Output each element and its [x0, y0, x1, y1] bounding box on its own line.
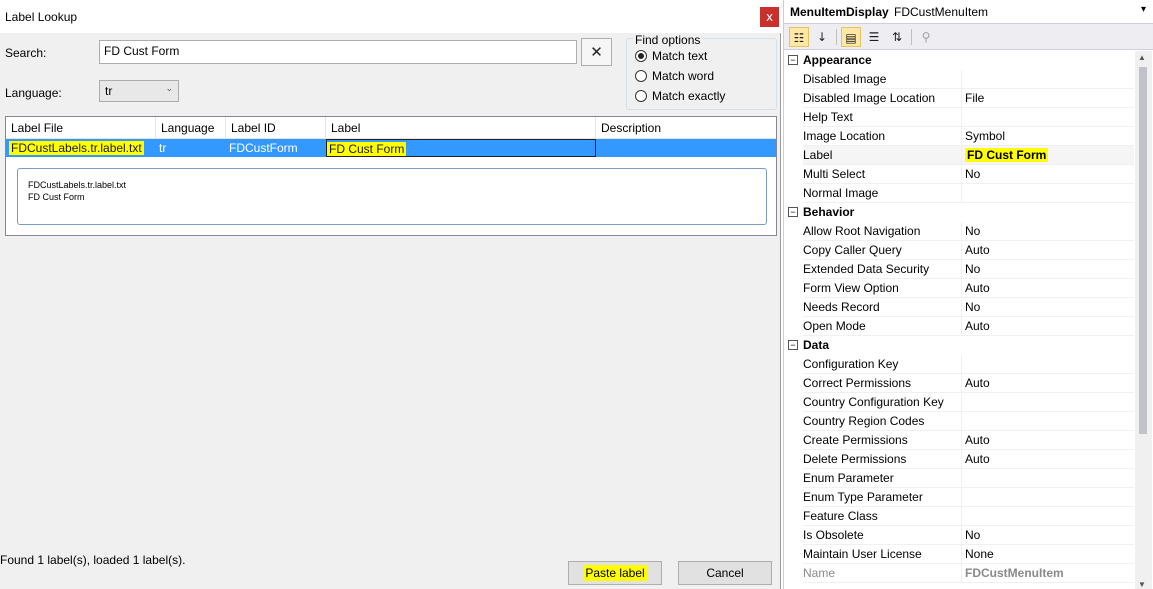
find-options-group: Find options Match text Match word Match…: [626, 33, 777, 110]
paste-label-button[interactable]: Paste label: [568, 561, 662, 585]
scrollbar-thumb[interactable]: [1139, 67, 1147, 434]
property-row[interactable]: Normal Image: [784, 184, 1134, 203]
column-header-label-id[interactable]: Label ID: [226, 117, 326, 139]
column-header-description[interactable]: Description: [596, 117, 776, 139]
property-row[interactable]: Is Obsolete No: [784, 526, 1134, 545]
radio-match-exactly[interactable]: Match exactly: [635, 88, 725, 104]
language-select[interactable]: tr ⌄: [99, 80, 179, 102]
label-detail-box: FDCustLabels.tr.label.txt FD Cust Form: [17, 168, 767, 225]
radio-match-text[interactable]: Match text: [635, 48, 707, 64]
property-row[interactable]: Copy Caller Query Auto: [784, 241, 1134, 260]
column-header-language[interactable]: Language: [156, 117, 226, 139]
property-row[interactable]: Delete Permissions Auto: [784, 450, 1134, 469]
chevron-down-icon: ⌄: [165, 83, 173, 93]
categorized-icon[interactable]: ☷: [789, 27, 809, 47]
events-icon[interactable]: ☰: [864, 27, 884, 47]
property-row[interactable]: Feature Class: [784, 507, 1134, 526]
property-row[interactable]: Disabled Image Location File: [784, 89, 1134, 108]
alphabetical-icon[interactable]: ↓: [812, 27, 832, 47]
property-row[interactable]: Needs Record No: [784, 298, 1134, 317]
radio-label: Match exactly: [652, 88, 726, 103]
cell-description: [596, 139, 776, 157]
properties-scrollbar[interactable]: ▲ ▼: [1135, 51, 1152, 589]
property-row[interactable]: Help Text: [784, 108, 1134, 127]
scroll-down-icon[interactable]: ▼: [1138, 580, 1146, 589]
cancel-button[interactable]: Cancel: [678, 561, 772, 585]
property-row[interactable]: Country Region Codes: [784, 412, 1134, 431]
collapse-icon[interactable]: −: [788, 55, 798, 65]
property-row[interactable]: Allow Root Navigation No: [784, 222, 1134, 241]
property-row[interactable]: Disabled Image: [784, 70, 1134, 89]
object-name: FDCustMenuItem: [894, 5, 989, 19]
object-type: MenuItemDisplay: [790, 5, 889, 19]
property-row[interactable]: Multi Select No: [784, 165, 1134, 184]
toolbar-divider: [911, 29, 912, 45]
sort-icon[interactable]: ⇅: [887, 27, 907, 47]
close-button[interactable]: x: [760, 7, 779, 27]
find-options-legend: Find options: [633, 33, 703, 47]
column-header-label-file[interactable]: Label File: [6, 117, 156, 139]
table-row[interactable]: FDCustLabels.tr.label.txt tr FDCustForm …: [6, 139, 776, 157]
property-row[interactable]: Country Configuration Key: [784, 393, 1134, 412]
collapse-icon[interactable]: −: [788, 340, 798, 350]
radio-unchecked-icon[interactable]: [635, 69, 647, 82]
property-row[interactable]: Extended Data Security No: [784, 260, 1134, 279]
property-grid: − Appearance Disabled Image Disabled Ima…: [784, 51, 1134, 583]
wrench-icon[interactable]: ⚲: [916, 27, 936, 47]
property-row[interactable]: Form View Option Auto: [784, 279, 1134, 298]
grid-header: Label File Language Label ID Label Descr…: [6, 117, 776, 139]
property-row[interactable]: Create Permissions Auto: [784, 431, 1134, 450]
cell-label-file: FDCustLabels.tr.label.txt: [9, 141, 144, 155]
scroll-up-icon[interactable]: ▲: [1138, 53, 1146, 62]
properties-toolbar: ☷ ↓ ▤ ☰ ⇅ ⚲: [784, 24, 1153, 50]
radio-unchecked-icon[interactable]: [635, 89, 647, 102]
toolbar-divider: [836, 29, 837, 45]
category-data[interactable]: − Data: [784, 336, 1134, 355]
radio-label: Match word: [652, 68, 715, 83]
dialog-title: Label Lookup: [5, 10, 78, 24]
radio-label: Match text: [652, 48, 708, 63]
radio-checked-icon[interactable]: [635, 49, 647, 62]
property-row-label[interactable]: Label FD Cust Form: [784, 146, 1134, 165]
label-lookup-dialog: Label Lookup x Search: FD Cust Form ✕ La…: [0, 0, 781, 589]
properties-pane: MenuItemDisplay FDCustMenuItem ▾ ☷ ↓ ▤ ☰…: [783, 0, 1153, 589]
category-behavior[interactable]: − Behavior: [784, 203, 1134, 222]
radio-match-word[interactable]: Match word: [635, 68, 714, 84]
property-row[interactable]: Enum Parameter: [784, 469, 1134, 488]
dialog-title-bar: Label Lookup x: [0, 0, 781, 33]
status-text: Found 1 label(s), loaded 1 label(s).: [0, 553, 186, 567]
close-icon: ✕: [590, 43, 603, 61]
detail-file: FDCustLabels.tr.label.txt: [28, 180, 127, 190]
category-appearance[interactable]: − Appearance: [784, 51, 1134, 70]
chevron-down-icon[interactable]: ▾: [1141, 4, 1146, 15]
property-row[interactable]: Open Mode Auto: [784, 317, 1134, 336]
object-selector[interactable]: MenuItemDisplay FDCustMenuItem ▾: [784, 0, 1153, 24]
collapse-icon[interactable]: −: [788, 207, 798, 217]
search-label: Search:: [5, 46, 47, 60]
properties-icon[interactable]: ▤: [841, 27, 861, 47]
property-row[interactable]: Enum Type Parameter: [784, 488, 1134, 507]
column-header-label[interactable]: Label: [326, 117, 596, 139]
detail-label: FD Cust Form: [28, 192, 85, 202]
cell-label[interactable]: FD Cust Form: [326, 139, 596, 157]
property-row[interactable]: Image Location Symbol: [784, 127, 1134, 146]
clear-search-button[interactable]: ✕: [581, 38, 612, 66]
property-row[interactable]: Maintain User License None: [784, 545, 1134, 564]
label-results-grid: Label File Language Label ID Label Descr…: [5, 116, 777, 236]
cell-label-id: FDCustForm: [229, 141, 298, 155]
property-row[interactable]: Correct Permissions Auto: [784, 374, 1134, 393]
language-value: tr: [105, 84, 113, 98]
language-label: Language:: [5, 86, 62, 100]
search-input[interactable]: FD Cust Form: [99, 40, 577, 64]
property-row[interactable]: Configuration Key: [784, 355, 1134, 374]
property-row-name[interactable]: Name FDCustMenuItem: [784, 564, 1134, 583]
cell-language: tr: [159, 141, 167, 155]
